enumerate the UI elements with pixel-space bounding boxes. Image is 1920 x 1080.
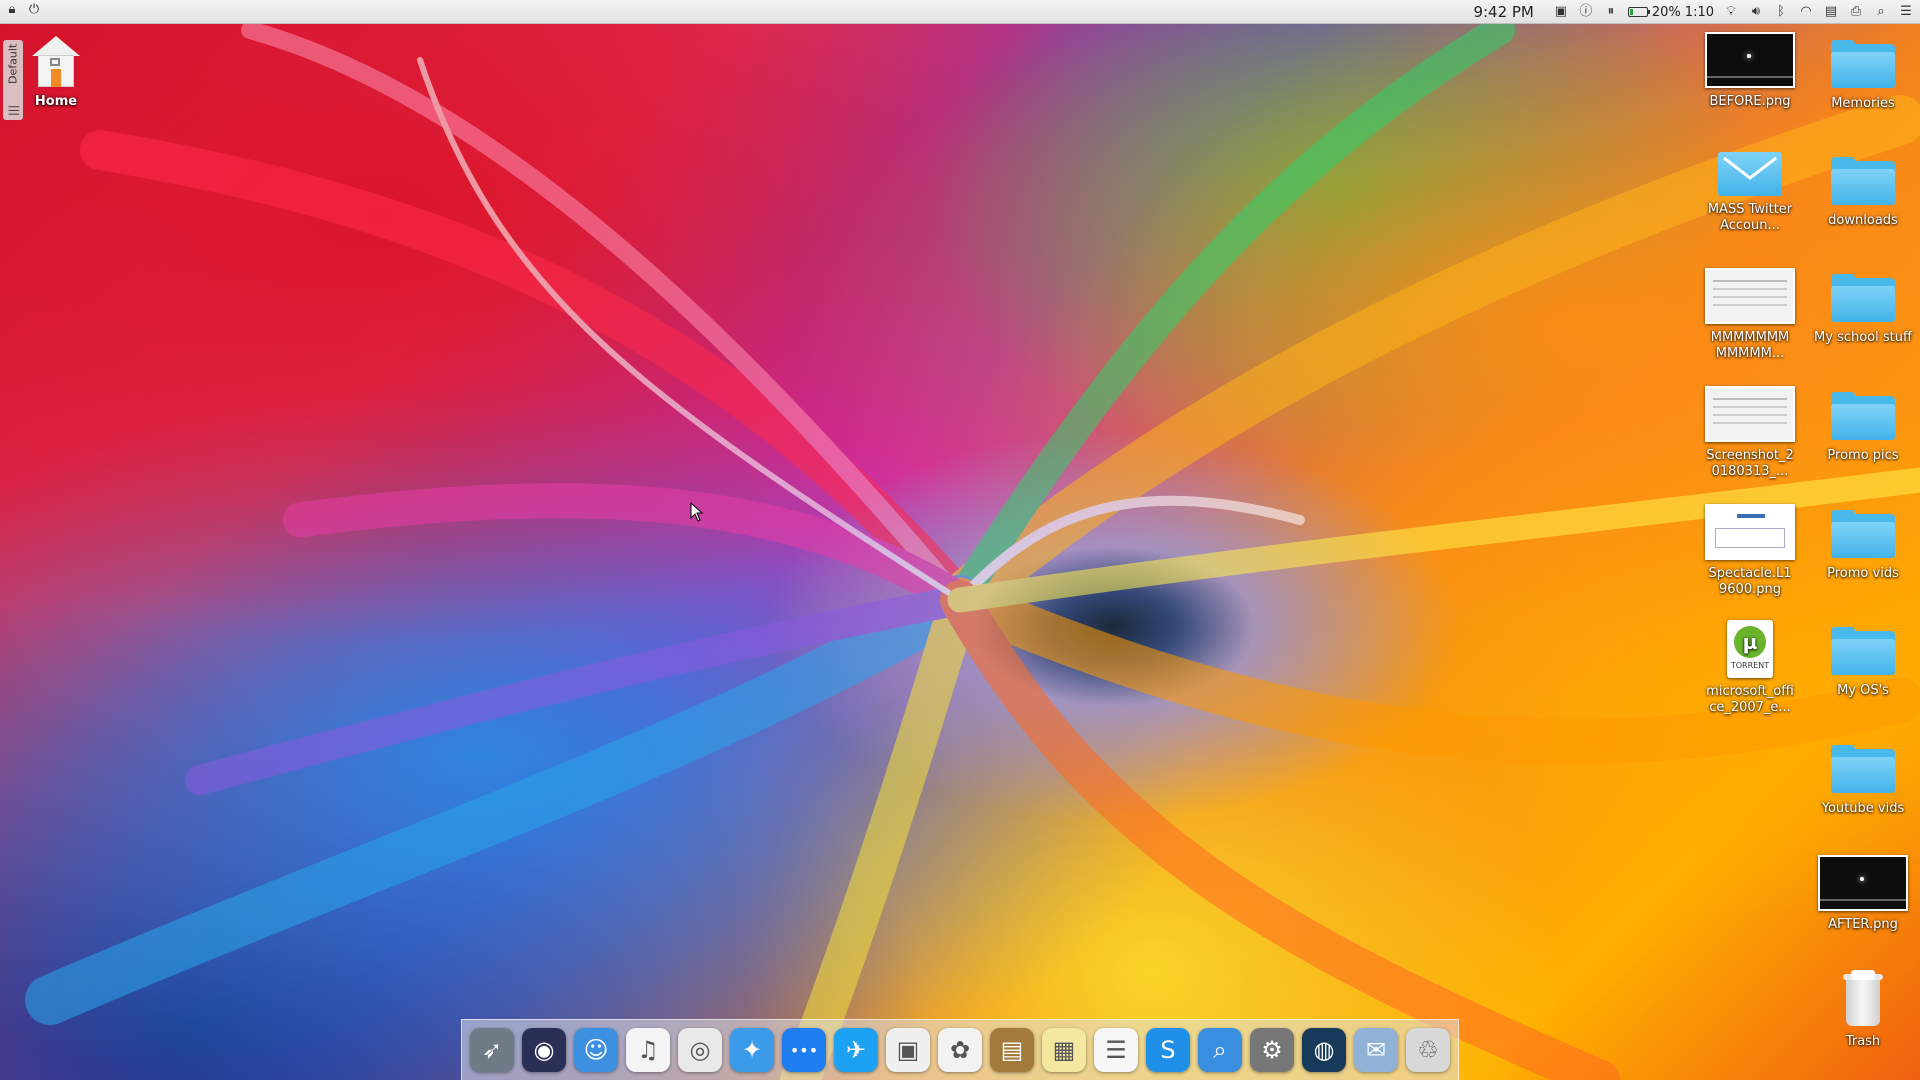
home-icon [30,36,82,88]
power-icon[interactable]: ⏻ [26,2,42,18]
trash-icon [1843,970,1883,1028]
desktop-icon-label: My school stuff [1814,330,1912,345]
top-menu-bar: 🔒︎ ⏻ 9:42 PM ▣ ⓘ ⏸ 20% 1:10 💡︎ 🔊︎ ᛒ ◠ ▤ … [0,0,1920,24]
notes-icon[interactable]: ▤ [1823,4,1839,20]
desktop-icon-label: BEFORE.png [1709,94,1791,109]
desktop-icon-trash[interactable]: Trash [1808,970,1918,1050]
torrent-badge: TORRENT [1730,661,1770,670]
skype-icon[interactable]: S [1146,1028,1190,1072]
desktop-icon-label: downloads [1828,213,1898,228]
desktop-icon-before-png[interactable]: BEFORE.png [1695,32,1805,110]
image-thumbnail-icon [1705,268,1795,324]
desktop-icon-my-oss[interactable]: My OS's [1808,627,1918,699]
desktop-icon-after-png[interactable]: AFTER.png [1808,855,1918,933]
menubar-clock[interactable]: 9:42 PM [1473,3,1533,21]
folder-icon [1831,627,1895,677]
dock-trash-icon[interactable]: ♲ [1406,1028,1450,1072]
contacts-book-icon[interactable]: ▤ [990,1028,1034,1072]
desktop-icon-label: MMMMMMM MMMMM... [1710,330,1790,361]
folder-icon [1831,392,1895,442]
desktop-icon-youtube-vids[interactable]: Youtube vids [1808,745,1918,817]
battery-fill [1629,9,1634,15]
desktop[interactable]: 🔒︎ ⏻ 9:42 PM ▣ ⓘ ⏸ 20% 1:10 💡︎ 🔊︎ ᛒ ◠ ▤ … [0,0,1920,1080]
folder-icon [1831,274,1895,324]
preview-magnifier-icon[interactable]: ⌕ [1198,1028,1242,1072]
utorrent-logo-icon: µ [1734,626,1766,658]
desktop-icon-screenshot[interactable]: Screenshot_2 0180313_... [1695,386,1805,480]
desktop-icon-downloads[interactable]: downloads [1808,157,1918,229]
safari-compass-icon[interactable]: ✦ [730,1028,774,1072]
folder-icon [1831,40,1895,90]
desktop-icon-memories[interactable]: Memories [1808,40,1918,112]
search-icon[interactable]: ⌕ [1873,4,1889,20]
folder-icon [1831,157,1895,207]
image-thumbnail-icon [1705,32,1795,88]
reminders-list-icon[interactable]: ☰ [1094,1028,1138,1072]
battery-icon [1627,7,1650,17]
desktop-icon-label: microsoft_offi ce_2007_e... [1706,684,1794,715]
clipboard-app-icon[interactable]: ▣ [1553,4,1569,20]
desktop-icon-label: AFTER.png [1828,917,1898,932]
dock: ➶ ◉ ☺ ♫ ◎ ✦ ••• ✈ ▣ ✿ ▤ ▦ ☰ S ⌕ ⚙ ◍ ✉ ♲ [461,1019,1459,1080]
wallpaper-swirl [25,15,1920,1080]
desktop-icon-my-school-stuff[interactable]: My school stuff [1808,274,1918,346]
lightbulb-icon[interactable]: 💡︎ [1723,4,1739,20]
messages-dots-icon[interactable]: ••• [782,1028,826,1072]
alert-circle-icon[interactable]: ⓘ [1578,4,1594,20]
desktop-icon-label: MASS Twitter Accoun... [1707,202,1793,233]
desktop-icon-label: Promo vids [1827,566,1899,581]
battery-percent: 20% [1651,4,1681,20]
torrent-file-icon: µ TORRENT [1727,620,1773,678]
desktop-icon-promo-pics[interactable]: Promo pics [1808,392,1918,464]
photo-viewer-icon[interactable]: ▣ [886,1028,930,1072]
lock-icon[interactable]: 🔒︎ [4,2,20,18]
desktop-icon-spectacle[interactable]: Spectacle.L1 9600.png [1695,504,1805,598]
notes-icon[interactable]: ▦ [1042,1028,1086,1072]
siri-icon[interactable]: ◉ [522,1028,566,1072]
pause-icon[interactable]: ⏸ [1603,4,1619,20]
image-thumbnail-icon [1818,855,1908,911]
desktop-icon-label: Spectacle.L1 9600.png [1708,566,1792,597]
desktop-icon-home[interactable]: Home [1,36,111,110]
desktop-icon-label: Home [34,94,78,109]
mouse-cursor-icon [690,502,704,522]
steam-icon[interactable]: ◍ [1302,1028,1346,1072]
image-thumbnail-icon [1705,504,1795,560]
bluetooth-icon[interactable]: ᛒ [1773,4,1789,20]
desktop-icon-mmmmmmm[interactable]: MMMMMMM MMMMM... [1695,268,1805,362]
desktop-icon-promo-vids[interactable]: Promo vids [1808,510,1918,582]
mail-folder-icon [1718,152,1782,196]
desktop-icon-label: Youtube vids [1821,801,1905,816]
twitter-bird-icon[interactable]: ✈ [834,1028,878,1072]
folder-icon [1831,745,1895,795]
launchpad-rocket-icon[interactable]: ➶ [470,1028,514,1072]
desktop-icon-mass-twitter[interactable]: MASS Twitter Accoun... [1695,152,1805,234]
desktop-icon-label: Trash [1845,1034,1881,1049]
desktop-icon-microsoft-office-torrent[interactable]: µ TORRENT microsoft_offi ce_2007_e... [1695,620,1805,716]
wifi-icon[interactable]: ◠ [1798,4,1814,20]
battery-time: 1:10 [1684,4,1714,20]
desktop-icon-label: Promo pics [1827,448,1899,463]
battery-indicator[interactable]: 20% 1:10 [1627,4,1714,20]
finder-icon[interactable]: ☺ [574,1028,618,1072]
system-preferences-gear-icon[interactable]: ⚙ [1250,1028,1294,1072]
itunes-music-icon[interactable]: ♫ [626,1028,670,1072]
image-thumbnail-icon [1705,386,1795,442]
desktop-icon-label: My OS's [1837,683,1889,698]
desktop-icon-label: Screenshot_2 0180313_... [1706,448,1794,479]
menu-list-icon[interactable]: ☰ [1898,4,1914,20]
folder-icon [1831,510,1895,560]
printer-icon[interactable]: ⎙ [1848,4,1864,20]
volume-icon[interactable]: 🔊︎ [1748,4,1764,20]
desktop-icon-label: Memories [1831,96,1895,111]
photos-flower-icon[interactable]: ✿ [938,1028,982,1072]
mail-stamp-icon[interactable]: ✉ [1354,1028,1398,1072]
chrome-icon[interactable]: ◎ [678,1028,722,1072]
